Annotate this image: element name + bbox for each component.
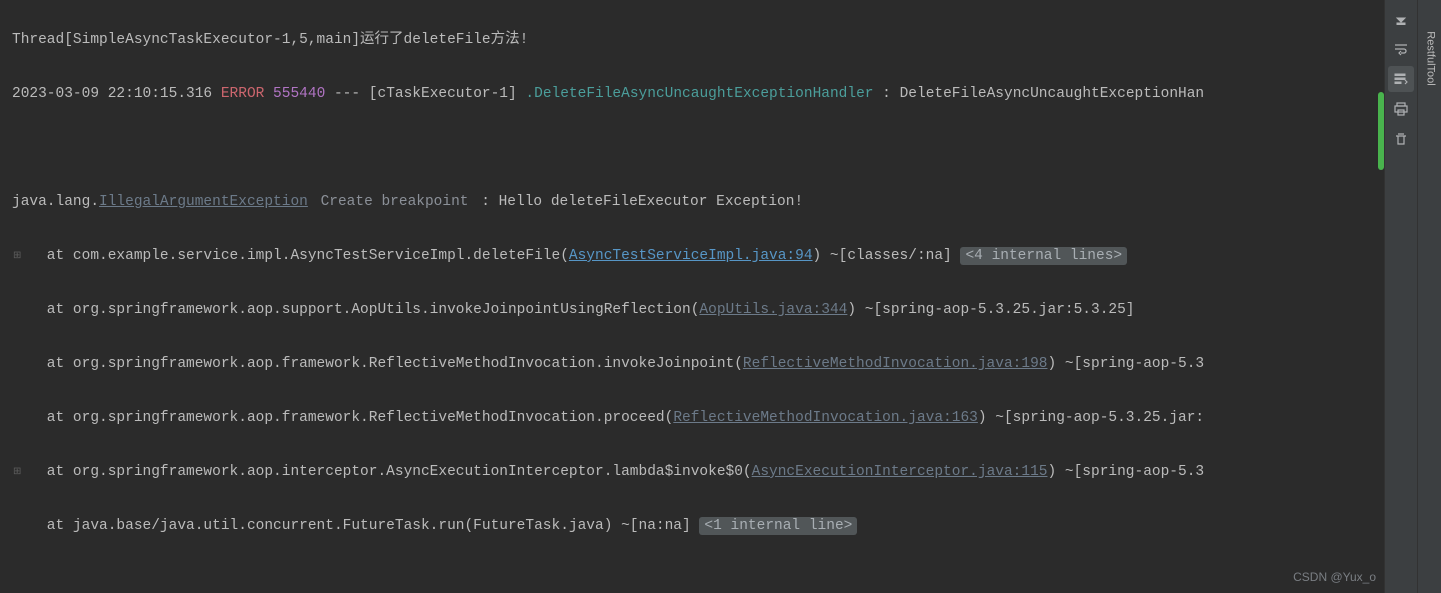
source-file-link[interactable]: AsyncTestServiceImpl.java:94 [569, 248, 813, 264]
log-line: Thread[SimpleAsyncTaskExecutor-1,5,main]… [12, 32, 528, 48]
stack-suffix: ) ~[spring-aop-5.3 [1047, 356, 1204, 372]
stack-suffix: ) ~[spring-aop-5.3 [1047, 464, 1204, 480]
source-file-link[interactable]: ReflectiveMethodInvocation.java:198 [743, 356, 1048, 372]
stack-frame: at org.springframework.aop.support.AopUt… [12, 302, 699, 318]
source-file-link[interactable]: ReflectiveMethodInvocation.java:163 [673, 410, 978, 426]
watermark-text: CSDN @Yux_o [1293, 564, 1376, 591]
stack-frame: at org.springframework.aop.framework.Ref… [12, 356, 743, 372]
source-file-link[interactable]: AsyncExecutionInterceptor.java:115 [752, 464, 1048, 480]
scroll-to-stacktrace-button[interactable] [1388, 66, 1414, 92]
scroll-to-end-button[interactable] [1388, 6, 1414, 32]
stack-suffix: ) ~[spring-aop-5.3.25.jar: [978, 410, 1204, 426]
clear-all-button[interactable] [1388, 126, 1414, 152]
exception-message: : Hello deleteFileExecutor Exception! [473, 194, 804, 210]
log-pid: 555440 [264, 86, 325, 102]
stack-suffix: ) ~[classes/:na] [813, 248, 961, 264]
right-tool-window-stripe: RestfulTool [1417, 0, 1441, 593]
folded-internal-lines-badge[interactable]: <1 internal line> [699, 517, 857, 535]
restfultool-tab[interactable]: RestfulTool [1416, 31, 1441, 85]
log-thread: --- [cTaskExecutor-1] [325, 86, 525, 102]
stack-frame: at com.example.service.impl.AsyncTestSer… [12, 248, 569, 264]
print-button[interactable] [1388, 96, 1414, 122]
log-logger: .DeleteFileAsyncUncaughtExceptionHandler [525, 86, 873, 102]
log-timestamp: 2023-03-09 22:10:15.316 [12, 86, 221, 102]
stack-frame: at java.base/java.util.concurrent.Future… [12, 518, 699, 534]
console-output[interactable]: Thread[SimpleAsyncTaskExecutor-1,5,main]… [0, 0, 1378, 593]
log-level-error: ERROR [221, 86, 265, 102]
exception-class-link[interactable]: IllegalArgumentException [99, 194, 308, 210]
stack-frame: at org.springframework.aop.framework.Ref… [12, 410, 673, 426]
soft-wrap-button[interactable] [1388, 36, 1414, 62]
fold-toggle-icon[interactable]: ⊞ [13, 459, 21, 486]
exception-prefix: java.lang. [12, 194, 99, 210]
stack-suffix: ) ~[spring-aop-5.3.25.jar:5.3.25] [847, 302, 1134, 318]
stack-frame: at org.springframework.aop.interceptor.A… [12, 464, 752, 480]
log-message: : DeleteFileAsyncUncaughtExceptionHan [873, 86, 1204, 102]
create-breakpoint-button[interactable]: Create breakpoint [317, 194, 473, 210]
fold-toggle-icon[interactable]: ⊞ [13, 243, 21, 270]
source-file-link[interactable]: AopUtils.java:344 [699, 302, 847, 318]
folded-internal-lines-badge[interactable]: <4 internal lines> [960, 247, 1127, 265]
console-toolbar [1384, 0, 1417, 593]
